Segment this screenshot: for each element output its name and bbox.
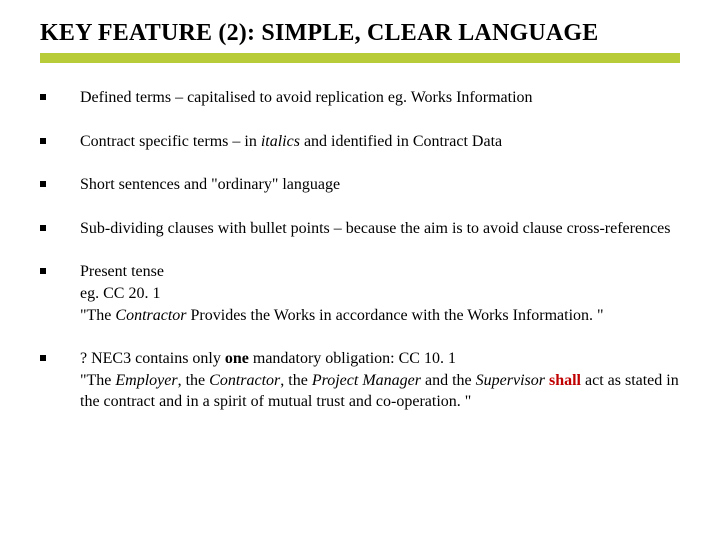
bullet-icon [40, 268, 46, 274]
text-fragment: and the [421, 372, 476, 389]
text-line: ? NEC3 contains only one mandatory oblig… [80, 348, 680, 370]
text-fragment: "The [80, 307, 115, 324]
bullet-text: Contract specific terms – in italics and… [80, 131, 680, 153]
emphasis-shall: shall [549, 372, 581, 389]
italic-role: Contractor [209, 372, 280, 389]
italic-role: Contractor [115, 307, 186, 324]
text-fragment: and identified in Contract Data [300, 133, 502, 150]
italic-role: Employer [115, 372, 177, 389]
title-underline [40, 53, 680, 63]
text-line: Present tense [80, 261, 680, 283]
list-item: Sub-dividing clauses with bullet points … [40, 218, 680, 240]
list-item: ? NEC3 contains only one mandatory oblig… [40, 348, 680, 413]
text-line: "The Contractor Provides the Works in ac… [80, 305, 680, 327]
italic-term: italics [261, 133, 300, 150]
bullet-text: ? NEC3 contains only one mandatory oblig… [80, 348, 680, 413]
bullet-text: Short sentences and "ordinary" language [80, 174, 680, 196]
text-line: eg. CC 20. 1 [80, 283, 680, 305]
bullet-icon [40, 181, 46, 187]
bullet-text: Sub-dividing clauses with bullet points … [80, 218, 680, 240]
text-fragment: Contract specific terms – in [80, 133, 261, 150]
slide: KEY FEATURE (2): SIMPLE, CLEAR LANGUAGE … [0, 0, 720, 540]
italic-role: Supervisor [476, 372, 545, 389]
bullet-text: Present tense eg. CC 20. 1 "The Contract… [80, 261, 680, 326]
text-fragment: ? NEC3 contains only [80, 350, 225, 367]
bullet-icon [40, 225, 46, 231]
list-item: Short sentences and "ordinary" language [40, 174, 680, 196]
bullet-text: Defined terms – capitalised to avoid rep… [80, 87, 680, 109]
text-fragment: , the [178, 372, 210, 389]
text-line: "The Employer, the Contractor, the Proje… [80, 370, 680, 413]
text-fragment: mandatory obligation: CC 10. 1 [249, 350, 456, 367]
bullet-icon [40, 138, 46, 144]
italic-role: Project Manager [312, 372, 421, 389]
bold-term: one [225, 350, 249, 367]
text-fragment: , the [280, 372, 312, 389]
list-item: Present tense eg. CC 20. 1 "The Contract… [40, 261, 680, 326]
text-fragment: Provides the Works in accordance with th… [187, 307, 604, 324]
list-item: Defined terms – capitalised to avoid rep… [40, 87, 680, 109]
slide-title: KEY FEATURE (2): SIMPLE, CLEAR LANGUAGE [40, 20, 680, 47]
text-fragment: "The [80, 372, 115, 389]
bullet-icon [40, 94, 46, 100]
bullet-icon [40, 355, 46, 361]
bullet-list: Defined terms – capitalised to avoid rep… [40, 87, 680, 413]
list-item: Contract specific terms – in italics and… [40, 131, 680, 153]
